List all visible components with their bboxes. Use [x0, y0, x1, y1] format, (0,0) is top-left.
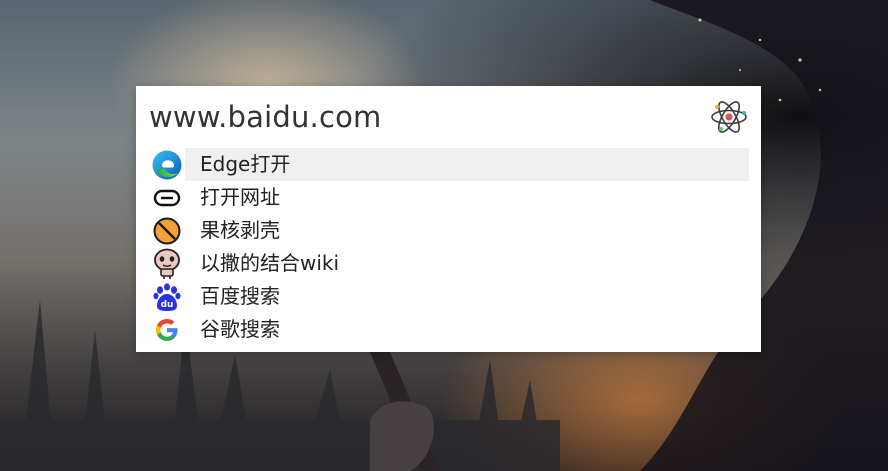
atom-icon — [711, 101, 747, 133]
isaac-icon — [150, 247, 184, 280]
result-label: 打开网址 — [200, 185, 280, 209]
query-row: www.baidu.com — [136, 86, 761, 148]
result-label: Edge打开 — [200, 152, 291, 176]
baidu-icon: du — [150, 280, 184, 313]
results-list: Edge打开 打开网址 果核剥壳 以撒的结合wiki du 百度搜索 谷歌搜索 — [150, 148, 749, 346]
link-icon — [150, 181, 184, 214]
result-item-edge[interactable]: Edge打开 — [150, 148, 749, 181]
result-label: 百度搜索 — [200, 284, 280, 308]
result-item-google-search[interactable]: 谷歌搜索 — [150, 313, 749, 346]
svg-text:du: du — [161, 300, 174, 310]
query-input[interactable]: www.baidu.com — [149, 100, 382, 134]
result-item-baidu-search[interactable]: du 百度搜索 — [150, 280, 749, 313]
result-label: 果核剥壳 — [200, 218, 280, 242]
result-item-open-url[interactable]: 打开网址 — [150, 181, 749, 214]
edge-icon — [150, 148, 184, 181]
forbidden-icon — [150, 214, 184, 247]
launcher-panel: www.baidu.com Edge打开 打开网址 果核剥壳 以撒的结合wiki… — [136, 86, 761, 352]
result-item-guohe[interactable]: 果核剥壳 — [150, 214, 749, 247]
result-label: 谷歌搜索 — [200, 317, 280, 341]
result-item-isaac-wiki[interactable]: 以撒的结合wiki — [150, 247, 749, 280]
result-label: 以撒的结合wiki — [200, 251, 340, 275]
google-icon — [150, 313, 184, 346]
